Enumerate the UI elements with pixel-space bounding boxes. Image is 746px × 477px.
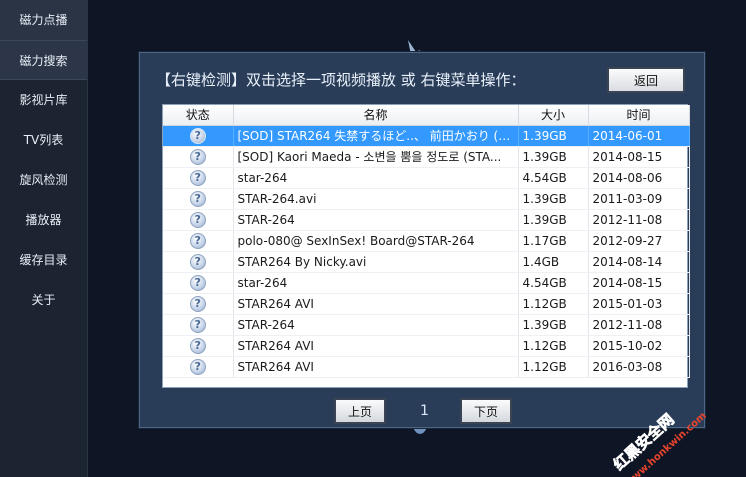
table-row[interactable]: ? STAR264 By Nicky.avi 1.4GB 2014-08-14 (163, 251, 690, 273)
right-click-check-dialog: 【右键检测】双击选择一项视频播放 或 右键菜单操作： 返回 状态 名称 大小 时… (139, 52, 705, 428)
cell-size: 1.12GB (518, 335, 589, 357)
cell-name: STAR264 AVI (233, 335, 519, 357)
sidebar-item-cache-dir[interactable]: 缓存目录 (0, 240, 87, 280)
cell-name: [SOD] Kaori Maeda - 소변을 뿜을 정도로 (STA... (233, 146, 519, 168)
cell-time: 2016-03-08 (588, 356, 690, 378)
cell-status: ? (163, 146, 234, 168)
table-row[interactable]: ? polo-080@ SexInSex! Board@STAR-264 1.17G… (163, 230, 690, 252)
cell-name: polo-080@ SexInSex! Board@STAR-264 (233, 230, 519, 252)
table-row[interactable]: ? [SOD] Kaori Maeda - 소변을 뿜을 정도로 (STA... 1… (163, 146, 690, 168)
cell-time: 2014-08-06 (588, 167, 690, 189)
cell-status: ? (163, 272, 234, 294)
question-icon: ? (189, 337, 206, 354)
table-header-row: 状态 名称 大小 时间 (163, 105, 690, 126)
cell-time: 2011-03-09 (588, 188, 690, 210)
table-row[interactable]: ? [SOD] STAR264 失禁するほど..、 前田かおり (X... 1.39… (163, 125, 690, 147)
sidebar-item-player[interactable]: 播放器 (0, 200, 87, 240)
cell-time: 2012-11-08 (588, 209, 690, 231)
cell-status: ? (163, 125, 234, 147)
results-table: 状态 名称 大小 时间 ? [SOD] STAR264 失禁するほど..、 前田か… (162, 104, 690, 388)
question-icon: ? (189, 148, 206, 165)
cell-status: ? (163, 251, 234, 273)
column-header-status[interactable]: 状态 (163, 105, 234, 126)
cell-status: ? (163, 230, 234, 252)
question-icon: ? (189, 274, 206, 291)
cell-size: 4.54GB (518, 167, 589, 189)
cell-status: ? (163, 293, 234, 315)
cell-name: STAR264 AVI (233, 293, 519, 315)
prev-page-button[interactable]: 上页 (334, 398, 386, 424)
question-icon: ? (189, 232, 206, 249)
sidebar-item-magnet-search[interactable]: 磁力搜索 (0, 40, 87, 80)
table-row[interactable]: ? STAR-264 1.39GB 2012-11-08 (163, 314, 690, 336)
dialog-title: 【右键检测】双击选择一项视频播放 或 右键菜单操作： (156, 71, 526, 89)
table-row[interactable]: ? star-264 4.54GB 2014-08-15 (163, 272, 690, 294)
cell-size: 1.39GB (518, 125, 589, 147)
table-row[interactable]: ? STAR264 AVI 1.12GB 2015-01-03 (163, 293, 690, 315)
cell-size: 1.39GB (518, 188, 589, 210)
column-header-name[interactable]: 名称 (233, 105, 519, 126)
cell-size: 1.12GB (518, 293, 589, 315)
cell-status: ? (163, 209, 234, 231)
cell-name: [SOD] STAR264 失禁するほど..、 前田かおり (X... (233, 125, 519, 147)
cell-time: 2012-11-08 (588, 314, 690, 336)
cell-name: STAR-264 (233, 209, 519, 231)
cell-name: STAR-264.avi (233, 188, 519, 210)
question-icon: ? (189, 190, 206, 207)
sidebar-item-video-library[interactable]: 影视片库 (0, 80, 87, 120)
cell-status: ? (163, 335, 234, 357)
cell-name: star-264 (233, 272, 519, 294)
sidebar-item-about[interactable]: 关于 (0, 280, 87, 320)
column-header-time[interactable]: 时间 (588, 105, 690, 126)
cell-time: 2014-06-01 (588, 125, 690, 147)
cell-time: 2014-08-15 (588, 146, 690, 168)
cell-status: ? (163, 356, 234, 378)
cell-size: 1.4GB (518, 251, 589, 273)
cell-size: 1.39GB (518, 314, 589, 336)
table-row[interactable]: ? STAR264 AVI 1.12GB 2015-10-02 (163, 335, 690, 357)
question-icon: ? (189, 211, 206, 228)
question-icon: ? (189, 169, 206, 186)
next-page-button[interactable]: 下页 (460, 398, 512, 424)
cell-time: 2014-08-14 (588, 251, 690, 273)
sidebar-item-tv-list[interactable]: TV列表 (0, 120, 87, 160)
cell-size: 1.39GB (518, 209, 589, 231)
cell-time: 2015-01-03 (588, 293, 690, 315)
cell-size: 1.17GB (518, 230, 589, 252)
cell-name: STAR-264 (233, 314, 519, 336)
table-body: ? [SOD] STAR264 失禁するほど..、 前田かおり (X... 1.39… (163, 125, 690, 378)
cell-size: 1.12GB (518, 356, 589, 378)
question-icon: ? (189, 253, 206, 270)
page-number: 1 (420, 403, 429, 419)
sidebar-item-whirlwind-check[interactable]: 旋风检测 (0, 160, 87, 200)
cell-name: STAR264 By Nicky.avi (233, 251, 519, 273)
cell-size: 1.39GB (518, 146, 589, 168)
cell-size: 4.54GB (518, 272, 589, 294)
cell-time: 2015-10-02 (588, 335, 690, 357)
sidebar-item-magnet-play[interactable]: 磁力点播 (0, 0, 87, 40)
table-row[interactable]: ? STAR-264.avi 1.39GB 2011-03-09 (163, 188, 690, 210)
cell-status: ? (163, 314, 234, 336)
table-row[interactable]: ? star-264 4.54GB 2014-08-06 (163, 167, 690, 189)
cell-time: 2012-09-27 (588, 230, 690, 252)
question-icon: ? (189, 295, 206, 312)
question-icon: ? (189, 127, 206, 144)
cell-status: ? (163, 188, 234, 210)
cell-time: 2014-08-15 (588, 272, 690, 294)
cell-name: star-264 (233, 167, 519, 189)
table-row[interactable]: ? STAR264 AVI 1.12GB 2016-03-08 (163, 356, 690, 378)
cell-status: ? (163, 167, 234, 189)
table-row[interactable]: ? STAR-264 1.39GB 2012-11-08 (163, 209, 690, 231)
column-header-size[interactable]: 大小 (518, 105, 589, 126)
sidebar: 磁力点播 磁力搜索 影视片库 TV列表 旋风检测 播放器 缓存目录 关于 (0, 0, 88, 477)
question-icon: ? (189, 358, 206, 375)
question-icon: ? (189, 316, 206, 333)
cell-name: STAR264 AVI (233, 356, 519, 378)
back-button[interactable]: 返回 (607, 67, 685, 93)
